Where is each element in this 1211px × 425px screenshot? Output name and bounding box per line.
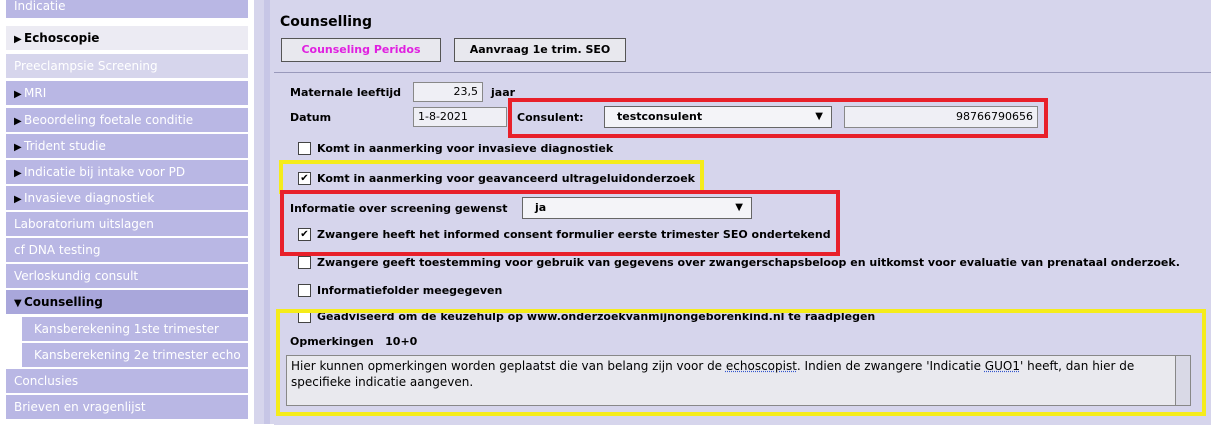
sidebar-item-mri[interactable]: ▶ MRI (6, 81, 248, 105)
checkbox-label: Komt in aanmerking voor invasieve diagno… (317, 142, 614, 155)
sidebar-item-conclusies[interactable]: Conclusies (6, 369, 248, 393)
opmerkingen-term: 10+0 (385, 335, 418, 348)
sidebar-item-kans-1[interactable]: Kansberekening 1ste trimester (22, 317, 248, 341)
sidebar-item-label: Trident studie (24, 139, 106, 153)
expand-triangle-icon: ▶ (14, 89, 22, 100)
checkbox-label: Informatiefolder meegegeven (317, 284, 503, 297)
checkbox-folder[interactable]: Informatiefolder meegegeven (298, 283, 503, 298)
expand-triangle-icon: ▶ (14, 34, 22, 45)
checkmark-icon: ✔ (298, 227, 311, 241)
opmerkingen-label: Opmerkingen 10+0 (290, 335, 417, 348)
sidebar-item-label: Preeclampsie Screening (14, 59, 158, 73)
consulent-select[interactable]: testconsulent ▼ (604, 106, 832, 128)
sidebar-item-invasieve[interactable]: ▶ Invasieve diagnostiek (6, 186, 248, 210)
checkbox-label: Komt in aanmerking voor geavanceerd ultr… (317, 172, 695, 185)
sidebar-item-label: Echoscopie (24, 31, 100, 45)
sidebar-item-brieven[interactable]: Brieven en vragenlijst (6, 395, 248, 419)
expand-triangle-icon: ▶ (14, 116, 22, 127)
splitter[interactable] (254, 0, 264, 424)
notes-text: GUO1 (984, 359, 1020, 373)
consulent-label: Consulent: (517, 111, 584, 124)
datum-field[interactable]: 1-8-2021 (413, 107, 507, 127)
sidebar-item-label: Indicatie bij intake voor PD (24, 165, 186, 179)
counseling-peridos-button[interactable]: Counseling Peridos (281, 38, 441, 62)
sidebar-item-indicatie-intake[interactable]: ▶ Indicatie bij intake voor PD (6, 160, 248, 184)
page-title: Counselling (280, 14, 373, 30)
expand-triangle-icon: ▶ (14, 142, 22, 153)
sidebar-item-label: Kansberekening 2e trimester echo (34, 348, 241, 362)
leeftijd-unit: jaar (491, 86, 516, 99)
expand-triangle-icon: ▶ (14, 194, 22, 205)
notes-text: Hier kunnen opmerkingen worden geplaatst… (291, 359, 726, 373)
sidebar-item-label: Conclusies (14, 374, 79, 388)
checkbox-informed-consent[interactable]: ✔ Zwangere heeft het informed consent for… (298, 227, 831, 242)
sidebar-item-echoscopie[interactable]: ▶ Echoscopie (6, 26, 248, 50)
sidebar-item-label: Brieven en vragenlijst (14, 400, 146, 414)
sidebar-item-label: Laboratorium uitslagen (14, 217, 154, 231)
notes-text: ' heeft, dan hier de (1019, 359, 1135, 373)
notes-scrollbar[interactable] (1175, 356, 1190, 405)
sidebar-item-beoordeling[interactable]: ▶ Beoordeling foetale conditie (6, 108, 248, 132)
aanvraag-seo-button[interactable]: Aanvraag 1e trim. SEO (454, 38, 626, 62)
sidebar-item-trident[interactable]: ▶ Trident studie (6, 134, 248, 158)
checkbox-label: Zwangere heeft het informed consent form… (317, 228, 831, 241)
expand-triangle-icon: ▶ (14, 168, 22, 179)
opmerkingen-label-text: Opmerkingen (290, 335, 374, 348)
checkbox-keuzehulp[interactable]: Geadviseerd om de keuzehulp op www.onder… (298, 309, 876, 324)
notes-text: echoscopist (725, 359, 797, 373)
checkbox-icon (298, 309, 311, 323)
sidebar-item-label: cf DNA testing (14, 243, 101, 257)
sidebar-item-laboratorium[interactable]: Laboratorium uitslagen (6, 212, 248, 236)
sidebar: Indicatie ▶ Echoscopie Preeclampsie Scree… (0, 0, 254, 424)
checkmark-icon: ✔ (298, 171, 311, 185)
consulent-number-field[interactable]: 98766790656 (844, 106, 1038, 128)
sidebar-item-label: Kansberekening 1ste trimester (34, 322, 219, 336)
sidebar-item-label: Indicatie (14, 0, 66, 13)
screening-label: Informatie over screening gewenst (290, 202, 508, 215)
collapse-triangle-icon: ▼ (14, 298, 22, 309)
sidebar-item-cfdna[interactable]: cf DNA testing (6, 238, 248, 262)
notes-text: specifieke indicatie aangeven. (291, 375, 474, 389)
sidebar-item-indicatie[interactable]: Indicatie (6, 0, 248, 18)
consulent-value: testconsulent (617, 110, 703, 123)
sidebar-item-counselling[interactable]: ▼ Counselling (6, 290, 248, 314)
checkbox-invasief[interactable]: Komt in aanmerking voor invasieve diagno… (298, 141, 614, 156)
checkbox-icon (298, 141, 311, 155)
sidebar-item-label: Counselling (24, 295, 103, 309)
sidebar-item-label: Invasieve diagnostiek (24, 191, 155, 205)
sidebar-item-preeclampsie: Preeclampsie Screening (6, 54, 248, 78)
checkbox-label: Geadviseerd om de keuzehulp op www.onder… (317, 310, 876, 323)
sidebar-item-label: MRI (24, 86, 47, 100)
datum-label: Datum (290, 111, 332, 124)
sidebar-item-verloskundig[interactable]: Verloskundig consult (6, 264, 248, 288)
opmerkingen-textarea[interactable]: Hier kunnen opmerkingen worden geplaatst… (286, 355, 1191, 406)
sidebar-item-label: Verloskundig consult (14, 269, 139, 283)
checkbox-toestemming[interactable]: Zwangere geeft toestemming voor gebruik … (298, 255, 1180, 270)
checkbox-label: Zwangere geeft toestemming voor gebruik … (317, 256, 1180, 269)
screening-value: ja (535, 201, 547, 214)
dropdown-arrow-icon: ▼ (735, 202, 743, 213)
checkbox-icon (298, 283, 311, 297)
checkbox-icon (298, 255, 311, 269)
checkbox-geavanceerd[interactable]: ✔ Komt in aanmerking voor geavanceerd ult… (298, 171, 695, 186)
maternale-leeftijd-label: Maternale leeftijd (290, 86, 401, 99)
sidebar-item-kans-2[interactable]: Kansberekening 2e trimester echo (22, 343, 248, 367)
dropdown-arrow-icon: ▼ (815, 111, 823, 122)
sidebar-item-label: Beoordeling foetale conditie (24, 113, 194, 127)
notes-text: . Indien de zwangere 'Indicatie (796, 359, 985, 373)
maternale-leeftijd-field[interactable]: 23,5 (413, 82, 483, 102)
main-panel: Counselling Counseling Peridos Aanvraag … (270, 0, 1211, 425)
screening-select[interactable]: ja ▼ (522, 197, 752, 219)
